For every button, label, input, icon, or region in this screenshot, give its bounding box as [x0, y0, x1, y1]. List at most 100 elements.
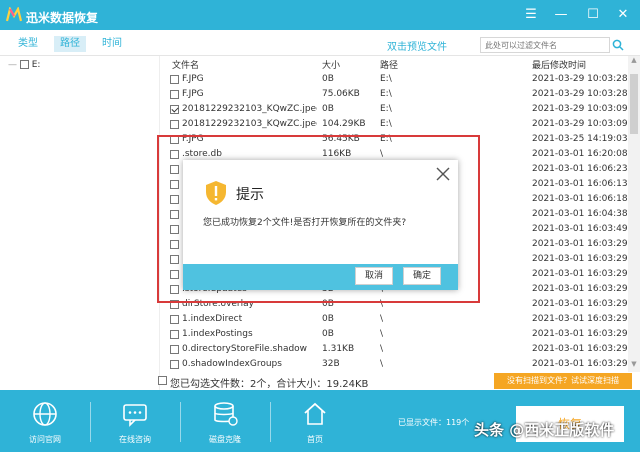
scroll-down-icon[interactable]: ▼ [628, 360, 640, 372]
tree-root-label: E: [31, 60, 41, 70]
cell-path: \ [380, 359, 384, 369]
table-header: 文件名 大小 路径 最后修改时间 [160, 56, 630, 71]
scrollbar[interactable]: ▲ ▼ [628, 56, 640, 372]
cell-size: 0B [322, 329, 334, 339]
col-mtime-header[interactable]: 最后修改时间 [532, 58, 586, 71]
row-checkbox[interactable] [170, 360, 179, 369]
cell-mtime: 2021-03-29 10:03:09 [532, 104, 628, 114]
row-checkbox[interactable] [170, 90, 179, 99]
cell-mtime: 2021-03-29 10:03:28 [532, 74, 628, 84]
table-row[interactable]: 0.shadowIndexGroups 32B \ 2021-03-01 16:03:… [160, 357, 628, 372]
nav-home-label: 首页 [307, 435, 323, 444]
nav-disk-clone-label: 磁盘克隆 [209, 435, 241, 444]
row-checkbox[interactable] [170, 75, 179, 84]
cell-mtime: 2021-03-01 16:06:18 [532, 194, 628, 204]
search-icon[interactable] [612, 39, 624, 51]
tree-root[interactable]: — E: [8, 60, 40, 70]
cell-mtime: 2021-03-01 16:04:38 [532, 209, 628, 219]
scroll-thumb[interactable] [630, 74, 638, 134]
cell-name: 1.indexPostings [182, 329, 253, 339]
scroll-up-icon[interactable]: ▲ [628, 56, 640, 68]
status-bar: 您已勾选文件数：2个，合计大小：19.24KB 没有扫描到文件？试试深度扫描 [158, 372, 640, 390]
cell-mtime: 2021-03-01 16:03:29 [532, 314, 628, 324]
cell-path: \ [380, 329, 384, 339]
table-row[interactable]: 1.indexDirect 0B \ 2021-03-01 16:03:29 [160, 312, 628, 327]
toolbar: 类型 路径 时间 双击预览文件 [0, 30, 640, 56]
cell-size: 0B [322, 74, 334, 84]
shown-file-count: 已显示文件：119个 [398, 418, 470, 427]
cell-path: E:\ [380, 89, 392, 99]
table-row[interactable]: 0.directoryStoreFile.shadow 1.31KB \ 2021-0… [160, 342, 628, 357]
app-logo-icon [6, 7, 22, 22]
cell-size: 104.29KB [322, 119, 366, 129]
cell-mtime: 2021-03-01 16:03:29 [532, 359, 628, 369]
cell-path: E:\ [380, 104, 392, 114]
row-checkbox[interactable] [170, 315, 179, 324]
col-path-header[interactable]: 路径 [380, 58, 398, 71]
app-title: 迅米数据恢复 [26, 11, 99, 25]
dialog-title: 提示 [236, 187, 264, 203]
cell-mtime: 2021-03-01 16:03:29 [532, 254, 628, 264]
home-icon [304, 402, 326, 425]
maximize-button[interactable]: ☐ [584, 6, 602, 24]
chat-icon [123, 404, 147, 427]
preview-link[interactable]: 双击预览文件 [387, 38, 447, 53]
cell-mtime: 2021-03-01 16:03:29 [532, 269, 628, 279]
cell-path: E:\ [380, 74, 392, 84]
close-icon[interactable] [436, 167, 450, 181]
cell-mtime: 2021-03-01 16:03:49 [532, 224, 628, 234]
prompt-dialog: 提示 您已成功恢复2个文件!是否打开恢复所在的文件夹? 取消 确定 [183, 160, 458, 290]
cell-mtime: 2021-03-01 16:06:13 [532, 179, 628, 189]
select-all-checkbox[interactable] [158, 376, 167, 385]
cell-name: F.JPG [182, 74, 204, 84]
close-button[interactable]: ✕ [614, 6, 632, 24]
cell-mtime: 2021-03-25 14:19:03 [532, 134, 628, 144]
cell-name: F.JPG [182, 89, 204, 99]
nav-chat[interactable]: 在线咨询 [90, 390, 180, 452]
nav-home[interactable]: 首页 [270, 390, 360, 452]
tree-root-checkbox[interactable] [19, 60, 29, 69]
cell-name: 1.indexDirect [182, 314, 243, 324]
row-checkbox[interactable] [170, 105, 179, 114]
cell-mtime: 2021-03-01 16:03:29 [532, 299, 628, 309]
col-name-header[interactable]: 文件名 [172, 58, 199, 71]
cancel-button[interactable]: 取消 [355, 267, 393, 285]
globe-icon [33, 402, 57, 426]
cell-mtime: 2021-03-01 16:06:23 [532, 164, 628, 174]
row-checkbox[interactable] [170, 345, 179, 354]
cell-mtime: 2021-03-01 16:03:29 [532, 239, 628, 249]
nav-website[interactable]: 访问官网 [0, 390, 90, 452]
minimize-button[interactable]: — [552, 6, 570, 24]
cell-size: 75.06KB [322, 89, 360, 99]
cell-size: 1.31KB [322, 344, 355, 354]
col-size-header[interactable]: 大小 [322, 58, 340, 71]
row-checkbox[interactable] [170, 330, 179, 339]
watermark: 头条 @西米正版软件 [474, 421, 615, 439]
table-row[interactable]: F.JPG 75.06KB E:\ 2021-03-29 10:03:28 [160, 87, 628, 102]
tab-time[interactable]: 时间 [96, 36, 128, 52]
search-input[interactable] [480, 37, 610, 53]
table-row[interactable]: 20181229232103_KQwZC.jpeg 0B E:\ 2021-03-29… [160, 102, 628, 117]
row-checkbox[interactable] [170, 120, 179, 129]
cell-path: \ [380, 314, 384, 324]
cell-mtime: 2021-03-01 16:03:29 [532, 329, 628, 339]
cell-mtime: 2021-03-01 16:03:29 [532, 344, 628, 354]
nav-chat-label: 在线咨询 [119, 435, 151, 444]
cell-mtime: 2021-03-01 16:03:29 [532, 284, 628, 294]
nav-disk-clone[interactable]: 磁盘克隆 [180, 390, 270, 452]
nav-website-label: 访问官网 [29, 435, 61, 444]
ok-button[interactable]: 确定 [403, 267, 441, 285]
deep-scan-button[interactable]: 没有扫描到文件？试试深度扫描 [494, 373, 632, 389]
tab-type[interactable]: 类型 [12, 36, 44, 52]
tree-expander-icon[interactable]: — [8, 60, 17, 70]
menu-button[interactable]: ☰ [522, 6, 540, 24]
tab-path[interactable]: 路径 [54, 36, 86, 52]
cell-name: 0.shadowIndexGroups [182, 359, 282, 369]
database-icon [214, 402, 238, 426]
table-row[interactable]: 1.indexPostings 0B \ 2021-03-01 16:03:29 [160, 327, 628, 342]
table-row[interactable]: F.JPG 0B E:\ 2021-03-29 10:03:28 [160, 72, 628, 87]
cell-name: 0.directoryStoreFile.shadow [182, 344, 308, 354]
table-row[interactable]: 20181229232103_KQwZC.jpeg 104.29KB E:\ 2021… [160, 117, 628, 132]
title-bar: 迅米数据恢复 ☰ — ☐ ✕ [0, 0, 640, 30]
cell-size: 0B [322, 314, 334, 324]
